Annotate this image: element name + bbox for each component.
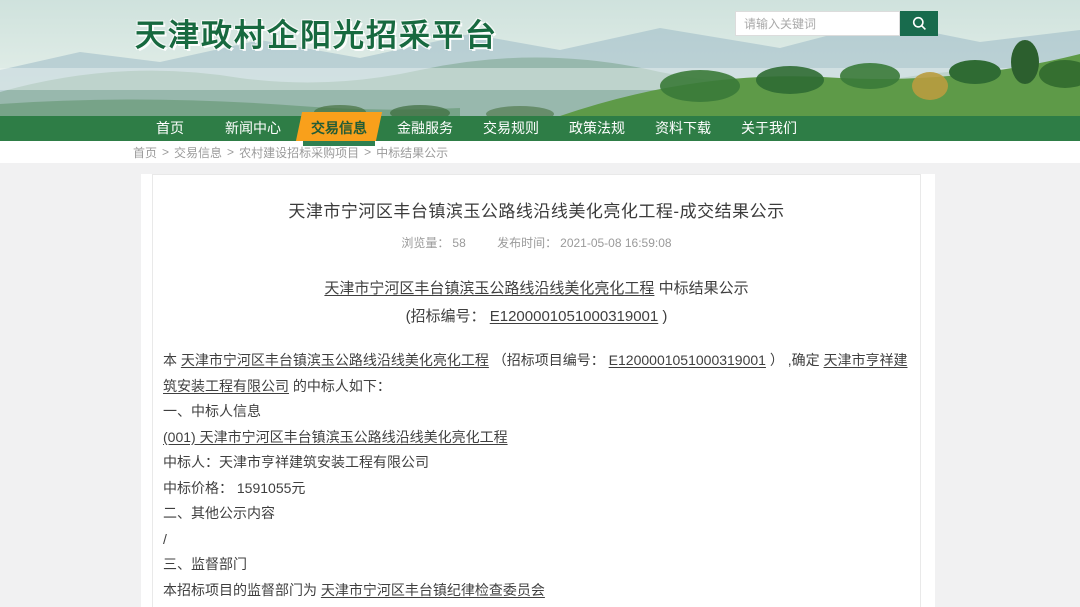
search-button[interactable] [900,11,938,36]
nav-item-home[interactable]: 首页 [130,116,210,141]
article-body: 本 天津市宁河区丰台镇滨玉公路线沿线美化亮化工程 （招标项目编号： E12000… [163,348,910,607]
page: 天津政村企阳光招采平台 首页 新闻中心 交易信息 金融服务 [0,0,1080,607]
nav-item-about[interactable]: 关于我们 [726,116,812,141]
body-section-2-heading: 二、其他公示内容 [163,501,910,527]
nav-item-policies[interactable]: 政策法规 [554,116,640,141]
body-lot-001-link: (001) 天津市宁河区丰台镇滨玉公路线沿线美化亮化工程 [163,425,910,451]
breadcrumb-trade-info[interactable]: 交易信息 [174,144,222,161]
breadcrumb-separator: > [364,145,371,159]
nav-label: 新闻中心 [225,120,281,136]
body-section-2-content: / [163,527,910,553]
body-paragraph-intro: 本 天津市宁河区丰台镇滨玉公路线沿线美化亮化工程 （招标项目编号： E12000… [163,348,910,399]
views-group: 浏览量：58 [401,234,465,251]
breadcrumb-separator: > [227,145,234,159]
publish-time-value: 2021-05-08 16:59:08 [560,236,671,250]
nav-label: 首页 [156,120,184,136]
content-panel: 天津市宁河区丰台镇滨玉公路线沿线美化亮化工程-成交结果公示 浏览量：58 发布时… [141,174,935,607]
nav-item-news[interactable]: 新闻中心 [210,116,296,141]
breadcrumb-separator: > [162,145,169,159]
breadcrumb: 首页 > 交易信息 > 农村建设招标采购项目 > 中标结果公示 [0,141,1080,163]
nav-item-trade-rules[interactable]: 交易规则 [468,116,554,141]
body-price-line: 中标价格： 1591055元 [163,476,910,502]
publish-time-group: 发布时间：2021-05-08 16:59:08 [497,234,671,251]
nav-label: 政策法规 [569,120,625,136]
tender-number-line: (招标编号： E1200001051000319001 ) [163,305,910,326]
nav-item-downloads[interactable]: 资料下载 [640,116,726,141]
article-meta: 浏览量：58 发布时间：2021-05-08 16:59:08 [163,234,910,251]
breadcrumb-home[interactable]: 首页 [133,144,157,161]
body-section-4-heading: 四、联系方式 [163,603,910,607]
nav-item-trade-info-active[interactable]: 交易信息 [296,116,382,141]
nav-label: 交易规则 [483,120,539,136]
article-title: 天津市宁河区丰台镇滨玉公路线沿线美化亮化工程-成交结果公示 [163,197,910,222]
body-supervisor-line: 本招标项目的监督部门为 天津市宁河区丰台镇纪律检查委员会 [163,578,910,604]
notice-subtitle: 天津市宁河区丰台镇滨玉公路线沿线美化亮化工程 中标结果公示 [163,277,910,298]
magnifier-icon [912,16,927,31]
article-box: 天津市宁河区丰台镇滨玉公路线沿线美化亮化工程-成交结果公示 浏览量：58 发布时… [152,174,921,607]
publish-time-label: 发布时间： [497,236,557,250]
active-tab-underline [303,141,375,146]
search-input[interactable] [735,11,900,36]
nav-label: 交易信息 [311,120,367,136]
body-winner-line: 中标人：天津市亨祥建筑安装工程有限公司 [163,450,910,476]
nav-item-finance[interactable]: 金融服务 [382,116,468,141]
nav-label: 关于我们 [741,120,797,136]
views-count: 58 [452,236,465,250]
breadcrumb-result-notice[interactable]: 中标结果公示 [376,144,448,161]
search-box [735,11,938,36]
content-background: 天津市宁河区丰台镇滨玉公路线沿线美化亮化工程-成交结果公示 浏览量：58 发布时… [0,163,1080,607]
nav-label: 金融服务 [397,120,453,136]
header-banner: 天津政村企阳光招采平台 [0,0,1080,116]
nav-list: 首页 新闻中心 交易信息 金融服务 交易规则 政策法规 资料下载 关于我们 [0,116,1080,141]
body-section-1-heading: 一、中标人信息 [163,399,910,425]
nav-label: 资料下载 [655,120,711,136]
breadcrumb-rural-projects[interactable]: 农村建设招标采购项目 [239,144,359,161]
site-title: 天津政村企阳光招采平台 [135,10,498,55]
views-label: 浏览量： [401,236,449,250]
body-section-3-heading: 三、监督部门 [163,552,910,578]
main-navigation: 首页 新闻中心 交易信息 金融服务 交易规则 政策法规 资料下载 关于我们 [0,116,1080,141]
